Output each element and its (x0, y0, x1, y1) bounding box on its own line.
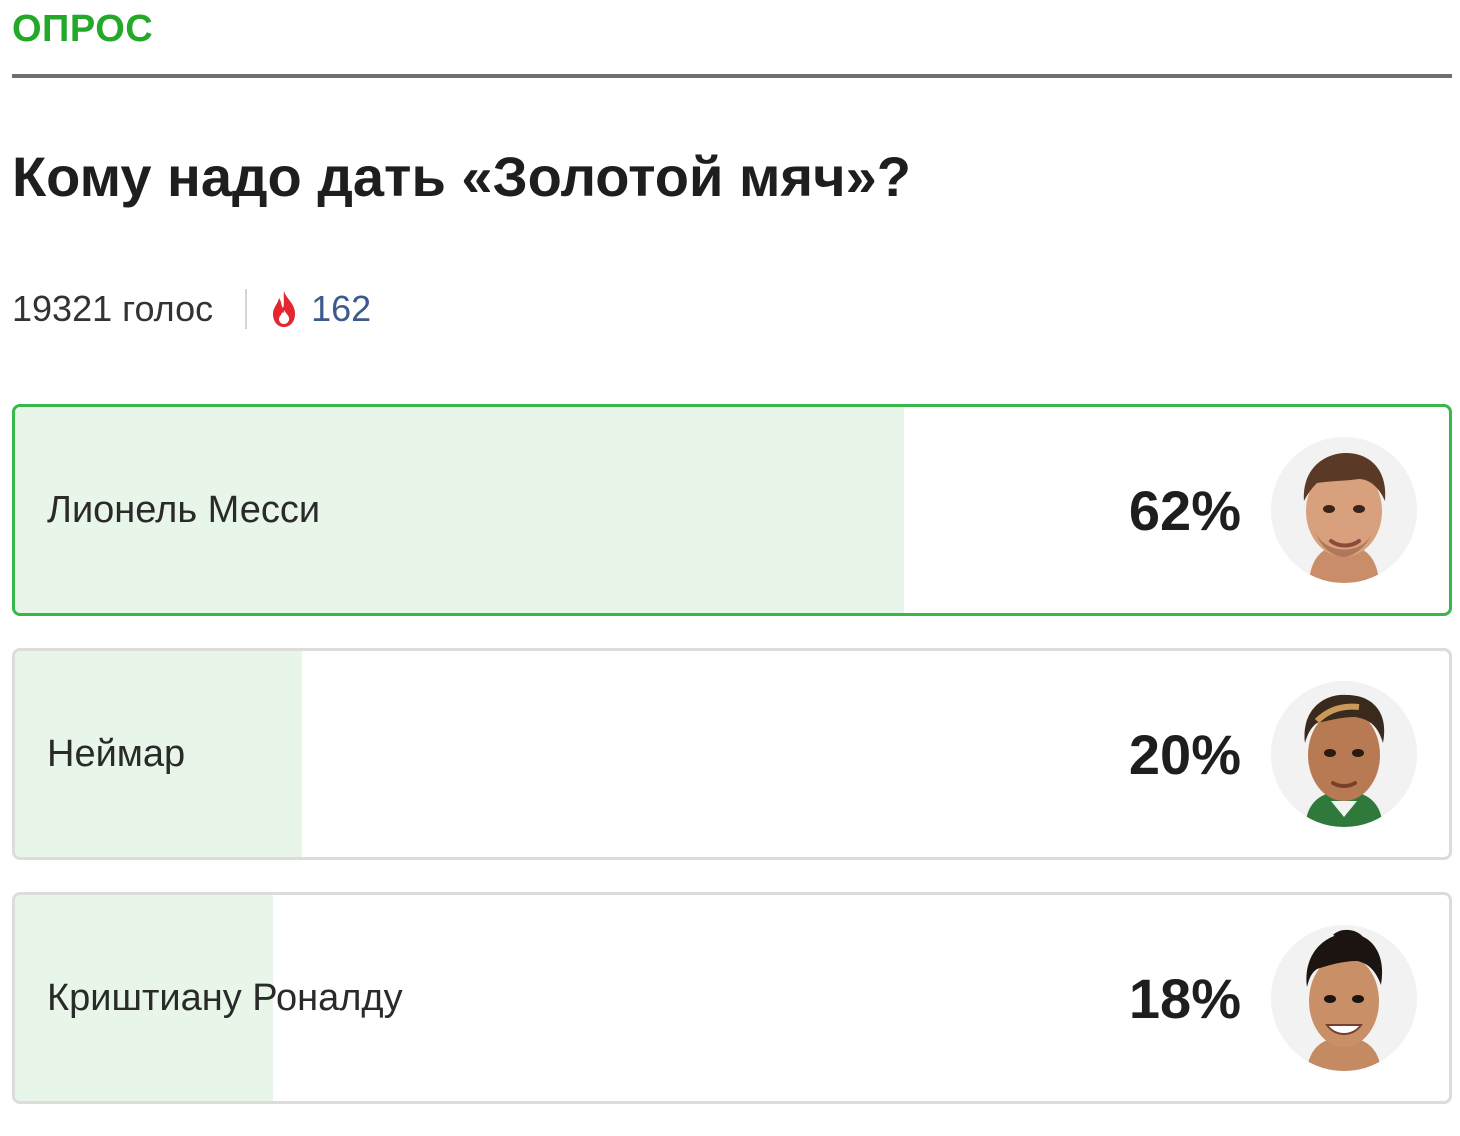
poll-question: Кому надо дать «Золотой мяч»? (12, 145, 911, 208)
fire-count[interactable]: 162 (311, 288, 371, 330)
player-photo-icon (1271, 925, 1417, 1071)
poll-meta: 19321 голос 162 (12, 284, 371, 334)
player-photo-icon (1271, 681, 1417, 827)
player-photo-icon (1271, 437, 1417, 583)
poll-option[interactable]: Неймар 20% (12, 648, 1452, 860)
vote-count: 19321 голос (12, 288, 214, 329)
option-percent: 20% (1128, 722, 1241, 786)
poll-option[interactable]: Криштиану Роналду 18% (12, 892, 1452, 1104)
option-label: Неймар (47, 732, 186, 775)
meta-separator (245, 289, 248, 329)
option-label: Лионель Месси (47, 488, 321, 531)
section-label: ОПРОС (12, 8, 154, 50)
poll-options: Лионель Месси 62% Неймар 20% Криштиану Р… (12, 404, 1452, 1136)
option-label: Криштиану Роналду (47, 976, 403, 1019)
fire-icon (267, 289, 301, 329)
poll-option[interactable]: Лионель Месси 62% (12, 404, 1452, 616)
section-divider (12, 74, 1452, 78)
option-percent: 18% (1128, 966, 1241, 1030)
option-percent: 62% (1128, 478, 1241, 542)
